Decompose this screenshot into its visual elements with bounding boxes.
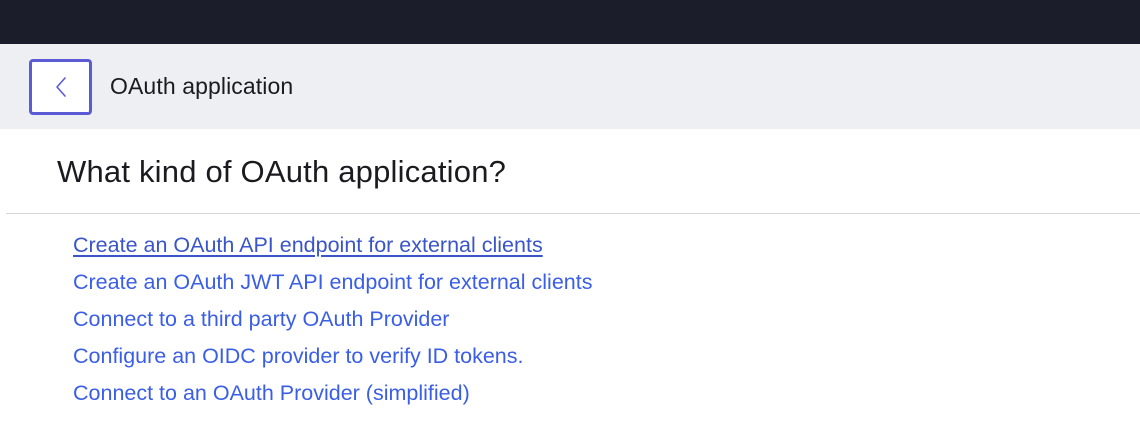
header-title: OAuth application — [110, 73, 294, 99]
create-oauth-jwt-api-endpoint-link[interactable]: Create an OAuth JWT API endpoint for ext… — [73, 270, 592, 295]
configure-oidc-provider-link[interactable]: Configure an OIDC provider to verify ID … — [73, 344, 524, 369]
chevron-left-icon — [54, 75, 68, 99]
back-button[interactable] — [29, 58, 92, 115]
connect-oauth-provider-simplified-link[interactable]: Connect to an OAuth Provider (simplified… — [73, 381, 470, 406]
list-item: Connect to a third party OAuth Provider — [73, 301, 1140, 338]
top-app-bar — [0, 0, 1140, 44]
oauth-type-list: Create an OAuth API endpoint for externa… — [0, 214, 1140, 412]
page-title: What kind of OAuth application? — [57, 154, 507, 189]
list-item: Connect to an OAuth Provider (simplified… — [73, 375, 1140, 412]
page-header: OAuth application — [0, 44, 1140, 129]
list-item: Create an OAuth API endpoint for externa… — [73, 227, 1140, 264]
connect-third-party-oauth-provider-link[interactable]: Connect to a third party OAuth Provider — [73, 307, 449, 332]
create-oauth-api-endpoint-link[interactable]: Create an OAuth API endpoint for externa… — [73, 233, 543, 258]
list-item: Create an OAuth JWT API endpoint for ext… — [73, 264, 1140, 301]
list-item: Configure an OIDC provider to verify ID … — [73, 338, 1140, 375]
